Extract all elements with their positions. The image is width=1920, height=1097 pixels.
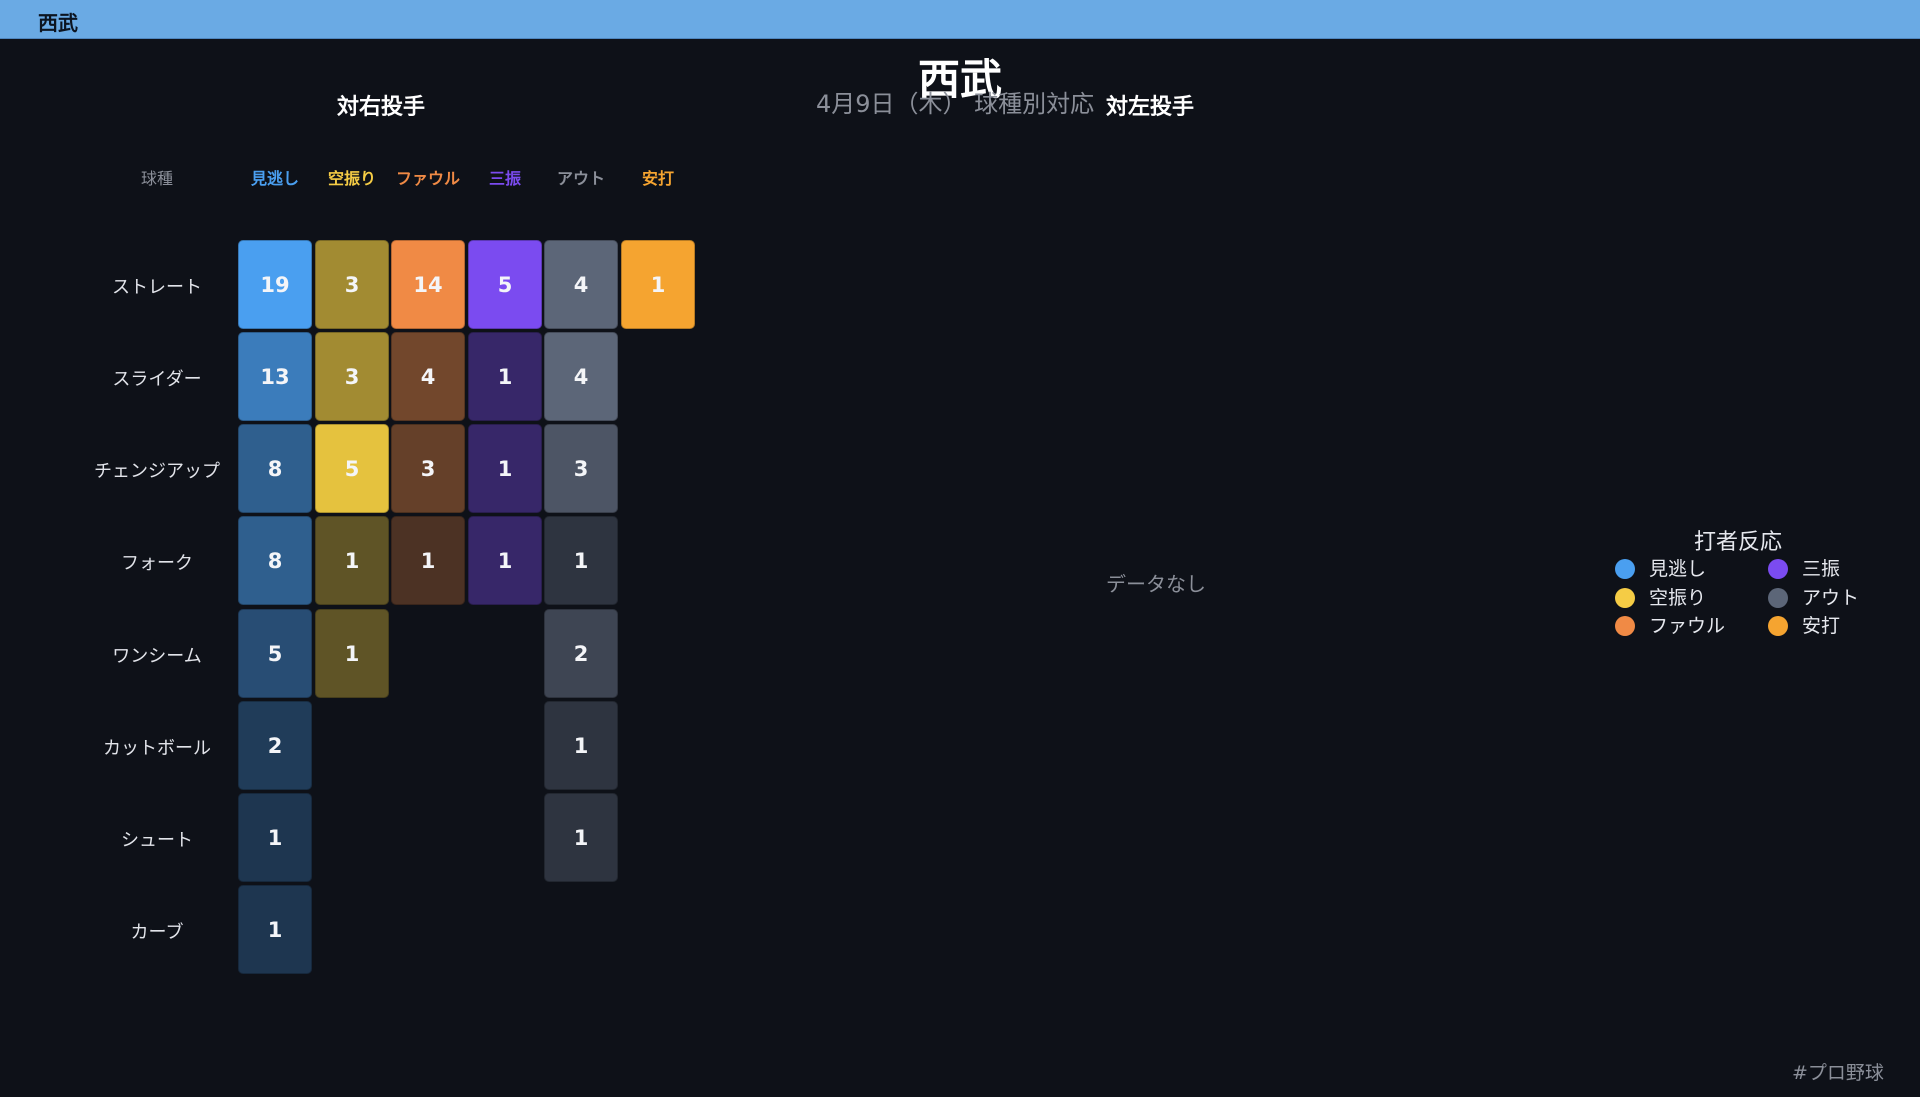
heatmap-cell: 3: [315, 240, 389, 329]
row-label: チェンジアップ: [94, 460, 220, 482]
legend-label: アウト: [1802, 587, 1860, 609]
row-label: ストレート: [112, 276, 202, 298]
row-label: ワンシーム: [112, 645, 202, 667]
heatmap-cell: 1: [315, 516, 389, 605]
row-label: フォーク: [121, 552, 193, 574]
heatmap-cell: 1: [544, 516, 618, 605]
column-header: ファウル: [395, 169, 460, 188]
row-label: シュート: [121, 829, 193, 851]
row-label: スライダー: [112, 368, 202, 390]
heatmap-cell: 1: [238, 885, 312, 974]
heatmap-cell: 2: [238, 701, 312, 790]
corner-label: 球種: [140, 169, 173, 188]
heatmap-cell: 3: [315, 332, 389, 421]
heatmap-cell: 1: [238, 793, 312, 882]
legend-swatch: [1768, 559, 1788, 579]
heatmap-cell: 1: [544, 701, 618, 790]
heatmap-cell: 3: [391, 424, 465, 513]
row-label: カーブ: [130, 921, 184, 943]
column-header: 三振: [488, 169, 521, 188]
page-subtitle: 4月9日（木） 球種別対応: [816, 90, 1095, 118]
left-panel-title: 対左投手: [1106, 95, 1195, 120]
row-label: カットボール: [103, 737, 211, 759]
legend-label: 見逃し: [1649, 558, 1707, 580]
heatmap-cell: 8: [238, 424, 312, 513]
heatmap-cell: 1: [621, 240, 695, 329]
heatmap-cell: 5: [468, 240, 542, 329]
no-data-message: データなし: [1106, 572, 1206, 596]
legend-swatch: [1615, 559, 1635, 579]
heatmap-cell: 3: [544, 424, 618, 513]
right-panel-title: 対右投手: [337, 95, 426, 120]
top-bar: 西武: [0, 0, 1920, 39]
heatmap-cell: 1: [315, 609, 389, 698]
column-header: 安打: [641, 169, 674, 188]
heatmap-cell: 4: [544, 240, 618, 329]
legend-label: 安打: [1802, 615, 1841, 637]
heatmap-cell: 5: [315, 424, 389, 513]
legend-label: 空振り: [1649, 587, 1707, 609]
top-bar-title: 西武: [38, 11, 78, 35]
heatmap-cell: 19: [238, 240, 312, 329]
legend-label: 三振: [1802, 558, 1841, 580]
heatmap-cell: 1: [391, 516, 465, 605]
heatmap-cell: 1: [468, 424, 542, 513]
legend-title: 打者反応: [1694, 530, 1783, 555]
legend-swatch: [1615, 616, 1635, 636]
column-header: 見逃し: [250, 169, 299, 188]
legend-swatch: [1615, 588, 1635, 608]
heatmap-cell: 14: [391, 240, 465, 329]
column-header: アウト: [556, 169, 605, 188]
legend-swatch: [1768, 588, 1788, 608]
heatmap-cell: 1: [468, 332, 542, 421]
heatmap-cell: 2: [544, 609, 618, 698]
heatmap-cell: 1: [468, 516, 542, 605]
heatmap-cell: 1: [544, 793, 618, 882]
legend-label: ファウル: [1649, 615, 1726, 637]
heatmap-cell: 4: [544, 332, 618, 421]
heatmap-cell: 13: [238, 332, 312, 421]
heatmap-cell: 5: [238, 609, 312, 698]
heatmap-cell: 8: [238, 516, 312, 605]
column-header: 空振り: [327, 169, 376, 188]
heatmap-cell: 4: [391, 332, 465, 421]
hashtag-footer: #プロ野球: [1792, 1062, 1884, 1084]
legend-swatch: [1768, 616, 1788, 636]
